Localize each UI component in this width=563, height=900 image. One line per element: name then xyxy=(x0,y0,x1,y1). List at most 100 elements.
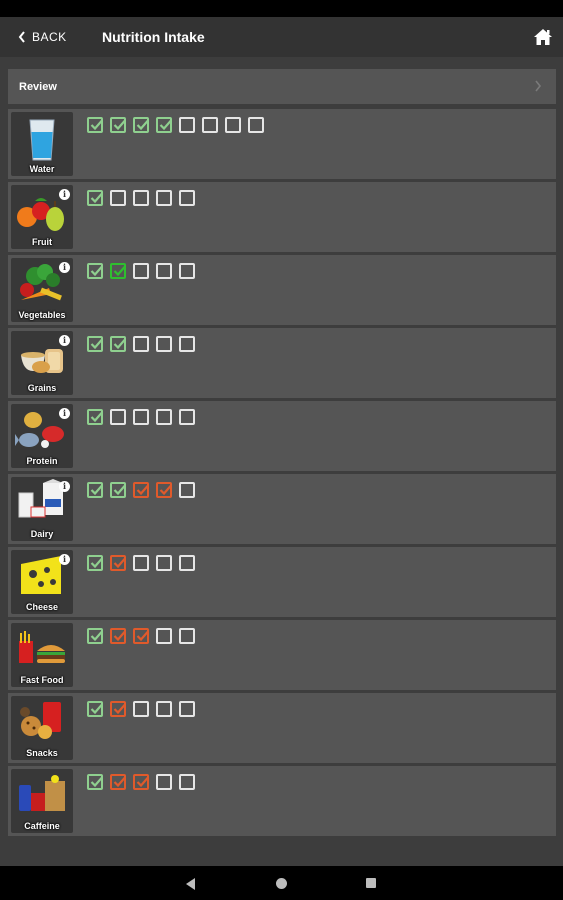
info-icon[interactable]: i xyxy=(59,189,70,200)
serving-checkbox[interactable] xyxy=(133,701,149,717)
category-label: Vegetables xyxy=(18,310,66,320)
serving-checkbox[interactable] xyxy=(133,190,149,206)
serving-checkbox[interactable] xyxy=(179,555,195,571)
serving-checkbox[interactable] xyxy=(179,190,195,206)
serving-checkbox[interactable] xyxy=(110,117,126,133)
serving-checkbox[interactable] xyxy=(110,628,126,644)
serving-checkbox[interactable] xyxy=(110,409,126,425)
info-icon[interactable]: i xyxy=(59,335,70,346)
page-title: Nutrition Intake xyxy=(102,29,205,45)
checkmark-icon xyxy=(113,776,125,788)
serving-checkboxes xyxy=(87,628,202,644)
info-icon[interactable]: i xyxy=(59,408,70,419)
serving-checkbox[interactable] xyxy=(133,482,149,498)
chevron-right-icon xyxy=(535,80,542,92)
category-tile-caffeine[interactable]: Caffeine xyxy=(11,769,73,833)
serving-checkboxes xyxy=(87,409,202,425)
serving-checkbox[interactable] xyxy=(87,117,103,133)
serving-checkboxes xyxy=(87,701,202,717)
info-icon[interactable]: i xyxy=(59,481,70,492)
serving-checkbox[interactable] xyxy=(156,117,172,133)
serving-checkbox[interactable] xyxy=(110,190,126,206)
category-tile-fruit[interactable]: i Fruit xyxy=(11,185,73,249)
serving-checkbox[interactable] xyxy=(156,628,172,644)
serving-checkboxes xyxy=(87,482,202,498)
serving-checkbox[interactable] xyxy=(87,482,103,498)
serving-checkbox[interactable] xyxy=(179,701,195,717)
category-row-snacks: Snacks xyxy=(8,693,556,763)
serving-checkbox[interactable] xyxy=(133,263,149,279)
category-tile-cheese[interactable]: i Cheese xyxy=(11,550,73,614)
serving-checkbox[interactable] xyxy=(179,409,195,425)
serving-checkbox[interactable] xyxy=(179,482,195,498)
info-icon[interactable]: i xyxy=(59,262,70,273)
checkmark-icon xyxy=(113,265,125,277)
serving-checkbox[interactable] xyxy=(87,701,103,717)
checkmark-icon xyxy=(90,776,102,788)
category-tile-vegetables[interactable]: i Vegetables xyxy=(11,258,73,322)
serving-checkbox[interactable] xyxy=(156,774,172,790)
category-tile-snacks[interactable]: Snacks xyxy=(11,696,73,760)
nav-back-icon[interactable] xyxy=(186,878,196,890)
serving-checkbox[interactable] xyxy=(110,336,126,352)
category-tile-water[interactable]: Water xyxy=(11,112,73,176)
serving-checkbox[interactable] xyxy=(179,774,195,790)
serving-checkbox[interactable] xyxy=(133,409,149,425)
checkmark-icon xyxy=(90,411,102,423)
serving-checkbox[interactable] xyxy=(110,263,126,279)
serving-checkboxes xyxy=(87,774,202,790)
category-label: Grains xyxy=(27,383,57,393)
review-row[interactable]: Review xyxy=(8,69,556,104)
checkmark-icon xyxy=(90,703,102,715)
serving-checkbox[interactable] xyxy=(87,628,103,644)
category-row-dairy: i Dairy xyxy=(8,474,556,544)
serving-checkbox[interactable] xyxy=(179,336,195,352)
serving-checkbox[interactable] xyxy=(156,336,172,352)
category-row-vegetables: i Vegetables xyxy=(8,255,556,325)
serving-checkbox[interactable] xyxy=(87,774,103,790)
back-button[interactable]: BACK xyxy=(18,17,67,57)
serving-checkbox[interactable] xyxy=(179,263,195,279)
category-tile-dairy[interactable]: i Dairy xyxy=(11,477,73,541)
nav-home-icon[interactable] xyxy=(276,878,287,889)
category-label: Fast Food xyxy=(20,675,64,685)
serving-checkbox[interactable] xyxy=(156,555,172,571)
checkmark-icon xyxy=(90,630,102,642)
serving-checkbox[interactable] xyxy=(87,555,103,571)
serving-checkbox[interactable] xyxy=(87,263,103,279)
serving-checkbox[interactable] xyxy=(110,482,126,498)
serving-checkbox[interactable] xyxy=(156,409,172,425)
serving-checkbox[interactable] xyxy=(133,628,149,644)
info-icon[interactable]: i xyxy=(59,554,70,565)
serving-checkbox[interactable] xyxy=(133,336,149,352)
serving-checkbox[interactable] xyxy=(133,774,149,790)
serving-checkbox[interactable] xyxy=(110,701,126,717)
serving-checkbox[interactable] xyxy=(87,190,103,206)
serving-checkbox[interactable] xyxy=(156,263,172,279)
serving-checkboxes xyxy=(87,190,202,206)
system-nav-bar xyxy=(0,866,563,900)
serving-checkbox[interactable] xyxy=(87,409,103,425)
category-tile-grains[interactable]: i Grains xyxy=(11,331,73,395)
checkmark-icon xyxy=(90,192,102,204)
nav-recents-icon[interactable] xyxy=(366,878,376,888)
serving-checkbox[interactable] xyxy=(156,190,172,206)
serving-checkbox[interactable] xyxy=(179,628,195,644)
serving-checkbox[interactable] xyxy=(156,482,172,498)
category-tile-fast-food[interactable]: Fast Food xyxy=(11,623,73,687)
home-icon[interactable] xyxy=(533,27,553,47)
category-tile-protein[interactable]: i Protein xyxy=(11,404,73,468)
serving-checkbox[interactable] xyxy=(133,117,149,133)
serving-checkbox[interactable] xyxy=(87,336,103,352)
chevron-left-icon xyxy=(18,31,25,43)
serving-checkbox[interactable] xyxy=(202,117,218,133)
serving-checkbox[interactable] xyxy=(133,555,149,571)
serving-checkbox[interactable] xyxy=(248,117,264,133)
serving-checkbox[interactable] xyxy=(110,774,126,790)
serving-checkbox[interactable] xyxy=(225,117,241,133)
serving-checkbox[interactable] xyxy=(110,555,126,571)
serving-checkbox[interactable] xyxy=(156,701,172,717)
category-row-protein: i Protein xyxy=(8,401,556,471)
serving-checkbox[interactable] xyxy=(179,117,195,133)
checkmark-icon xyxy=(159,119,171,131)
